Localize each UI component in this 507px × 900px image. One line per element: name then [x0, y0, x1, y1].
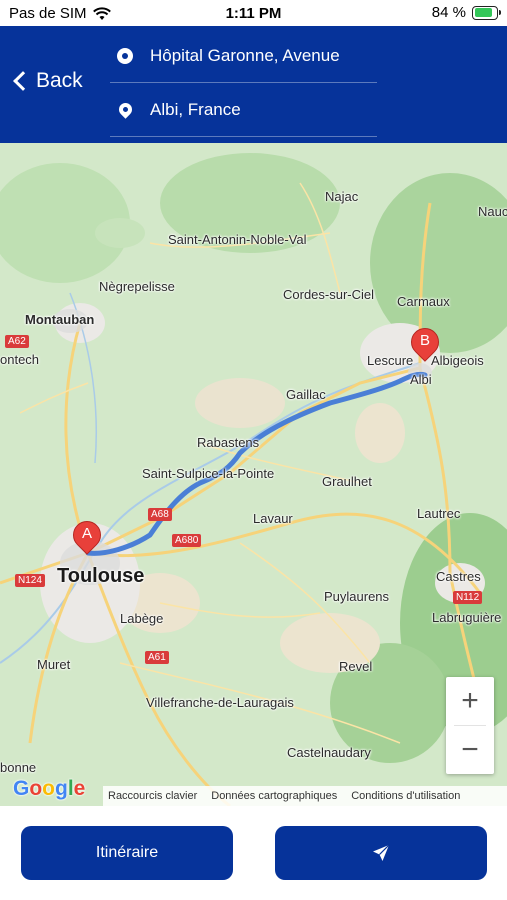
place-label: ontech: [0, 352, 40, 367]
place-label: Nègrepelisse: [99, 279, 175, 294]
send-button[interactable]: [275, 826, 487, 880]
paper-plane-icon: [373, 844, 390, 861]
place-label: Rabastens: [197, 435, 260, 450]
back-button[interactable]: Back: [10, 69, 83, 93]
place-label: Labruguière: [432, 610, 502, 625]
keyboard-shortcuts-link[interactable]: Raccourcis clavier: [108, 790, 197, 802]
battery-icon: [472, 5, 501, 20]
road-shield: A62: [5, 335, 29, 348]
status-bar: Pas de SIM 1:11 PM 84 %: [0, 0, 507, 26]
destination-field[interactable]: Albi, France: [110, 83, 377, 137]
origin-field[interactable]: Hôpital Garonne, Avenue: [110, 29, 377, 83]
road-shield: N124: [15, 574, 45, 587]
place-label: Puylaurens: [324, 589, 390, 604]
place-label: Graulhet: [322, 474, 372, 489]
origin-dot-icon: [117, 47, 133, 64]
origin-text: Hôpital Garonne, Avenue: [150, 45, 340, 65]
terms-link[interactable]: Conditions d'utilisation: [351, 790, 460, 802]
zoom-out-button[interactable]: −: [446, 726, 494, 774]
map-view[interactable]: Najac Nauc Saint-Antonin-Noble-Val Nègre…: [0, 143, 507, 806]
place-label: Albi: [410, 372, 432, 387]
chevron-left-icon: [13, 71, 33, 91]
end-marker[interactable]: B: [405, 322, 445, 368]
road-shield: A680: [172, 534, 202, 547]
place-label: Labège: [120, 611, 164, 626]
zoom-in-button[interactable]: +: [446, 677, 494, 725]
place-label: Castres: [436, 569, 481, 584]
google-logo: Google: [13, 777, 86, 800]
place-label: Gaillac: [286, 387, 326, 402]
map-data-link[interactable]: Données cartographiques: [211, 790, 337, 802]
place-label: Cordes-sur-Ciel: [283, 287, 375, 302]
place-label: Montauban: [25, 312, 95, 327]
place-label: Nauc: [478, 204, 507, 219]
place-label: Saint-Antonin-Noble-Val: [168, 232, 307, 247]
zoom-controls: + −: [446, 677, 494, 774]
place-label: Villefranche-de-Lauragais: [146, 695, 294, 710]
place-label: Revel: [339, 659, 373, 674]
place-label: Lautrec: [417, 506, 461, 521]
destination-text: Albi, France: [150, 99, 241, 119]
place-label: Lavaur: [253, 511, 293, 526]
route-header: Back Hôpital Garonne, Avenue Albi, Franc…: [0, 26, 507, 143]
back-label: Back: [36, 69, 83, 92]
battery-percent: 84 %: [431, 4, 466, 21]
place-label: Saint-Sulpice-la-Pointe: [142, 466, 275, 481]
itinerary-label: Itinéraire: [95, 844, 159, 861]
start-marker-label: A: [81, 525, 92, 542]
start-marker[interactable]: A: [67, 515, 107, 561]
place-label: Castelnaudary: [287, 745, 371, 760]
place-label: Lescure: [367, 353, 414, 368]
itinerary-button[interactable]: Itinéraire: [21, 826, 233, 880]
road-shield: A68: [148, 508, 172, 521]
location-pin-icon: [115, 100, 135, 119]
road-shield: A61: [145, 651, 169, 664]
place-label: Muret: [37, 657, 71, 672]
place-label: bonne: [0, 760, 37, 775]
battery-area: 84 %: [431, 4, 501, 21]
place-label: Najac: [325, 189, 359, 204]
map-attribution: Raccourcis clavier Données cartographiqu…: [103, 786, 507, 806]
place-label: Carmaux: [397, 294, 450, 309]
place-label-city: Toulouse: [57, 565, 145, 587]
road-shield: N112: [453, 591, 483, 604]
end-marker-label: B: [419, 332, 430, 349]
